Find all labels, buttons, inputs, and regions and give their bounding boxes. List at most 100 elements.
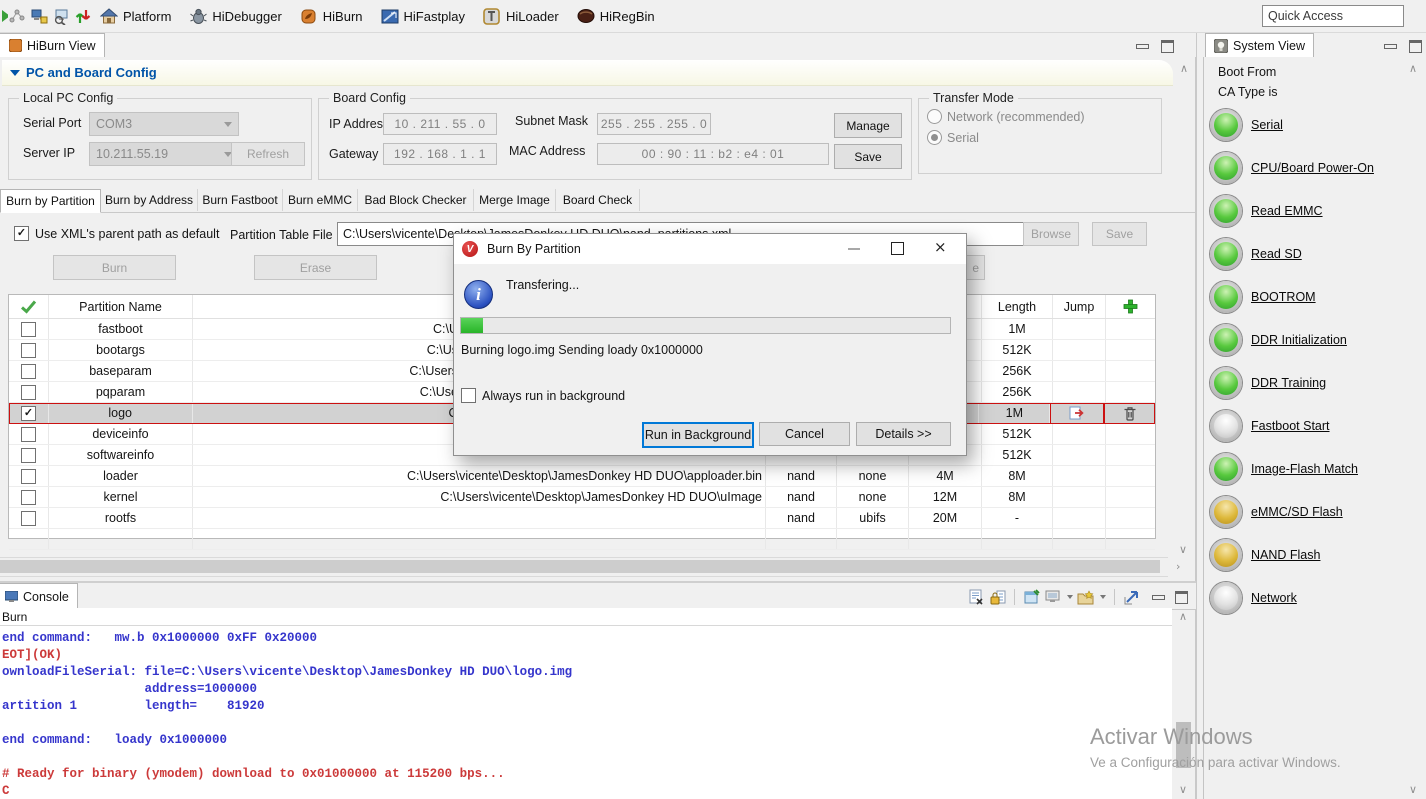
serial-port-combo[interactable]: COM3 xyxy=(89,112,239,136)
column-header-partition-name[interactable]: Partition Name xyxy=(49,295,193,318)
xml-default-path-row[interactable]: Use XML's parent path as default xyxy=(14,226,219,241)
minimize-icon[interactable] xyxy=(1384,44,1397,49)
tab-burn-by-address[interactable]: Burn by Address xyxy=(101,189,198,211)
chevron-down-icon[interactable] xyxy=(1067,595,1073,599)
tab-burn-emmc[interactable]: Burn eMMC xyxy=(283,189,358,211)
open-console-icon[interactable] xyxy=(1077,589,1094,605)
gateway-field[interactable]: 192 . 168 . 1 . 1 xyxy=(383,143,497,165)
chevron-down-icon[interactable] xyxy=(1100,595,1106,599)
server-ip-combo[interactable]: 10.211.55.19 xyxy=(89,142,239,166)
collapse-triangle-icon[interactable] xyxy=(10,70,20,76)
always-run-background-row[interactable]: Always run in background xyxy=(461,388,625,403)
display-selected-console-icon[interactable] xyxy=(1044,589,1061,605)
console-scroll-up-arrow[interactable]: ∧ xyxy=(1179,610,1187,623)
column-header-length[interactable]: Length xyxy=(982,295,1053,318)
subnet-mask-field[interactable]: 255 . 255 . 255 . 0 xyxy=(597,113,711,135)
pin-console-icon[interactable] xyxy=(1023,589,1040,605)
select-all-check-icon[interactable] xyxy=(9,295,49,318)
led-read-sd[interactable]: Read SD xyxy=(1210,237,1302,271)
system-view-scroll-up-arrow[interactable]: ∧ xyxy=(1409,62,1417,75)
system-view-scroll-down-arrow[interactable]: ∨ xyxy=(1409,783,1417,796)
clipped-icon[interactable] xyxy=(0,7,8,25)
network-radio[interactable] xyxy=(927,109,942,124)
scroll-up-arrow[interactable]: ∧ xyxy=(1180,62,1188,75)
table-row-loader[interactable]: loader C:\Users\vicente\Desktop\JamesDon… xyxy=(9,466,1155,487)
row-checkbox[interactable] xyxy=(21,364,36,379)
led-nand-flash[interactable]: NAND Flash xyxy=(1210,538,1320,572)
node-link-icon[interactable] xyxy=(8,7,26,25)
led-ddr-initialization[interactable]: DDR Initialization xyxy=(1210,323,1347,357)
minimize-icon[interactable] xyxy=(1136,44,1149,49)
column-header-jump[interactable]: Jump xyxy=(1053,295,1106,318)
run-in-background-button[interactable]: Run in Background xyxy=(642,422,754,448)
delete-row-icon[interactable] xyxy=(1104,403,1155,423)
led-ddr-training[interactable]: DDR Training xyxy=(1210,366,1326,400)
console-scroll-down-arrow[interactable]: ∨ xyxy=(1179,783,1187,796)
led-bootrom[interactable]: BOOTROM xyxy=(1210,280,1316,314)
row-checkbox[interactable] xyxy=(21,448,36,463)
console-minimize-icon[interactable] xyxy=(1152,595,1165,600)
row-checkbox[interactable] xyxy=(21,511,36,526)
burn-button[interactable]: Burn xyxy=(53,255,176,280)
network-config-icon[interactable] xyxy=(30,7,48,25)
row-checkbox[interactable] xyxy=(21,490,36,505)
tab-burn-by-partition[interactable]: Burn by Partition xyxy=(0,189,101,213)
add-partition-icon[interactable] xyxy=(1106,295,1155,318)
toolbar-item-hiburn[interactable]: HiBurn xyxy=(300,7,363,25)
browse-button[interactable]: Browse xyxy=(1023,222,1079,246)
toolbar-item-platform[interactable]: Platform xyxy=(100,7,171,25)
erase-button[interactable]: Erase xyxy=(254,255,377,280)
led-emmc-sd-flash[interactable]: eMMC/SD Flash xyxy=(1210,495,1343,529)
table-scroll-down-arrow[interactable]: ∨ xyxy=(1179,543,1187,556)
save-partition-file-button[interactable]: Save xyxy=(1092,222,1147,246)
console-maximize-icon[interactable] xyxy=(1175,591,1188,604)
tab-board-check[interactable]: Board Check xyxy=(556,189,640,211)
led-image-flash-match[interactable]: Image-Flash Match xyxy=(1210,452,1358,486)
tab-bad-block-checker[interactable]: Bad Block Checker xyxy=(358,189,474,211)
tab-burn-fastboot[interactable]: Burn Fastboot xyxy=(198,189,283,211)
clear-console-icon[interactable] xyxy=(968,589,985,605)
led-network[interactable]: Network xyxy=(1210,581,1297,615)
led-cpu-board-power-on[interactable]: CPU/Board Power-On xyxy=(1210,151,1374,185)
mac-address-field[interactable]: 00 : 90 : 11 : b2 : e4 : 01 xyxy=(597,143,829,165)
dialog-minimize-icon[interactable] xyxy=(848,248,860,250)
cancel-button[interactable]: Cancel xyxy=(759,422,850,446)
maximize-icon[interactable] xyxy=(1161,40,1174,53)
row-checkbox[interactable] xyxy=(21,322,36,337)
led-read-emmc[interactable]: Read EMMC xyxy=(1210,194,1323,228)
xml-default-path-checkbox[interactable] xyxy=(14,226,29,241)
jump-to-file-icon[interactable] xyxy=(1050,403,1104,423)
row-checkbox[interactable] xyxy=(21,385,36,400)
tab-hiburn-view[interactable]: HiBurn View xyxy=(0,33,105,57)
horizontal-scrollbar[interactable] xyxy=(0,557,1168,577)
serial-radio[interactable] xyxy=(927,130,942,145)
serial-radio-row[interactable]: Serial xyxy=(927,130,979,145)
ip-address-field[interactable]: 10 . 211 . 55 . 0 xyxy=(383,113,497,135)
dialog-titlebar[interactable]: V Burn By Partition xyxy=(454,234,966,264)
scroll-lock-icon[interactable] xyxy=(989,589,1006,605)
toolbar-item-hifastplay[interactable]: HiFastplay xyxy=(381,7,465,25)
open-standalone-icon[interactable] xyxy=(1123,589,1140,605)
console-output[interactable]: Burn end command: mw.b 0x1000000 0xFF 0x… xyxy=(0,608,1172,799)
dialog-close-icon[interactable]: × xyxy=(934,238,947,256)
transfer-arrows-icon[interactable] xyxy=(74,7,92,25)
dialog-maximize-icon[interactable] xyxy=(891,242,904,255)
manage-button[interactable]: Manage xyxy=(834,113,902,138)
led-fastboot-start[interactable]: Fastboot Start xyxy=(1210,409,1330,443)
table-row-kernel[interactable]: kernel C:\Users\vicente\Desktop\JamesDon… xyxy=(9,487,1155,508)
scroll-right-arrow[interactable]: › xyxy=(1176,560,1180,573)
refresh-button[interactable]: Refresh xyxy=(231,142,305,166)
row-checkbox[interactable] xyxy=(21,427,36,442)
row-checkbox[interactable] xyxy=(21,406,36,421)
always-run-background-checkbox[interactable] xyxy=(461,388,476,403)
section-header[interactable]: PC and Board Config xyxy=(2,60,1173,86)
quick-access-input[interactable] xyxy=(1262,5,1404,27)
pc-inspect-icon[interactable] xyxy=(52,7,70,25)
tab-system-view[interactable]: System View xyxy=(1205,33,1314,57)
maximize-icon[interactable] xyxy=(1409,40,1422,53)
row-checkbox[interactable] xyxy=(21,343,36,358)
led-serial[interactable]: Serial xyxy=(1210,108,1283,142)
table-row-rootfs[interactable]: rootfs nand ubifs 20M - xyxy=(9,508,1155,529)
tab-console[interactable]: Console xyxy=(0,583,78,609)
save-board-button[interactable]: Save xyxy=(834,144,902,169)
